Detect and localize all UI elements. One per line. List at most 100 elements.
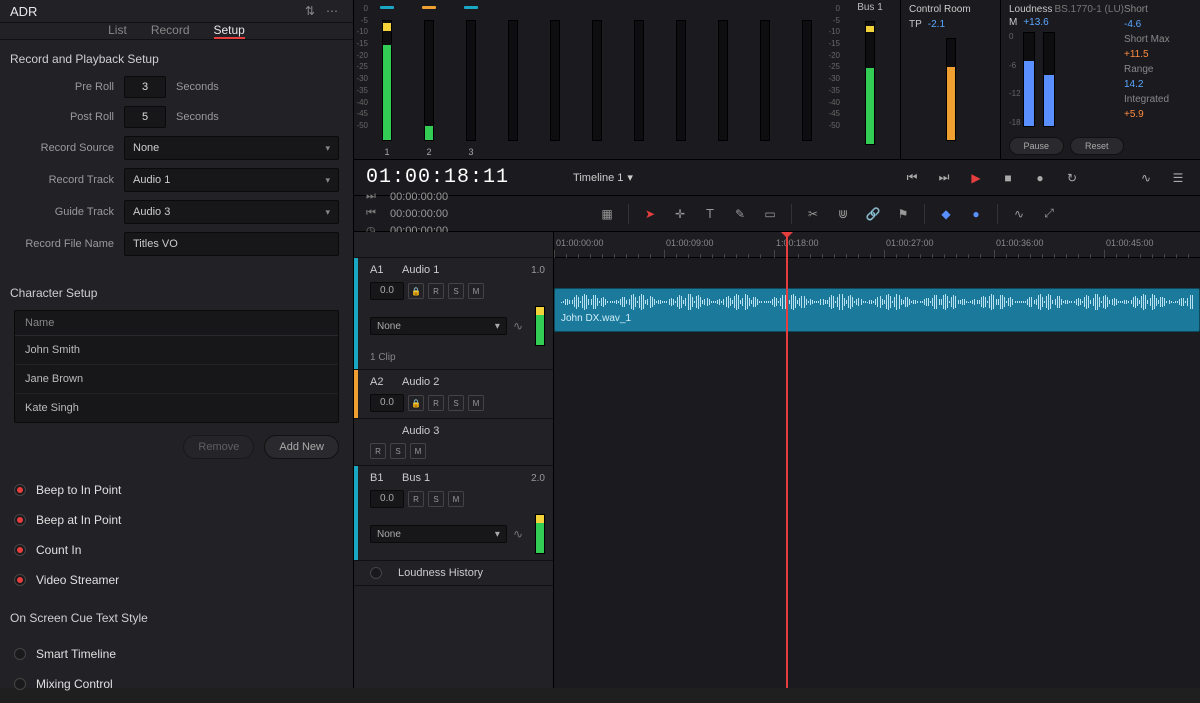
automation-icon[interactable]: ∿	[1136, 168, 1156, 188]
radio-icon[interactable]	[14, 544, 26, 556]
postroll-input[interactable]	[124, 106, 166, 128]
stop-icon[interactable]: ■	[998, 168, 1018, 188]
remove-button[interactable]: Remove	[183, 435, 254, 459]
postroll-suffix: Seconds	[176, 111, 219, 123]
solo-button[interactable]: S	[428, 491, 444, 507]
list-item[interactable]: Jane Brown	[15, 365, 338, 394]
timeline-tracks[interactable]: 01:00:00:0001:00:09:001:00:18:0001:00:27…	[554, 232, 1200, 688]
file-name-input[interactable]	[124, 232, 339, 256]
toggle-beep-at[interactable]: Beep at In Point	[36, 513, 121, 527]
timeline-select[interactable]: Timeline 1▾	[573, 171, 633, 184]
toggle-smart-timeline[interactable]: Smart Timeline	[36, 647, 116, 661]
loop-icon[interactable]: ↻	[1062, 168, 1082, 188]
chevron-down-icon: ▾	[627, 171, 633, 184]
list-item[interactable]: Kate Singh	[15, 394, 338, 422]
mute-button[interactable]: M	[468, 395, 484, 411]
toggle-beep-to[interactable]: Beep to In Point	[36, 483, 121, 497]
track-header[interactable]: A2Audio 20.0🔒RSM	[354, 370, 553, 419]
lock-icon[interactable]: 🔒	[408, 395, 424, 411]
control-room-section: Control Room TP-2.1	[900, 0, 1000, 159]
crosshair-icon[interactable]: ✛	[667, 202, 693, 226]
tc-line: 00:00:00:00	[390, 208, 448, 220]
playhead[interactable]	[786, 232, 788, 688]
arm-button[interactable]: R	[428, 395, 444, 411]
arm-button[interactable]: R	[408, 491, 424, 507]
m-label: M	[1009, 17, 1017, 28]
loudness-standard: BS.1770-1 (LU)	[1055, 4, 1124, 15]
list-item[interactable]: John Smith	[15, 336, 338, 365]
guide-track-select[interactable]: Audio 3▾	[124, 200, 339, 224]
solo-button[interactable]: S	[448, 395, 464, 411]
panel-title: ADR	[10, 4, 299, 19]
mute-button[interactable]: M	[410, 443, 426, 459]
track-header[interactable]: Audio 3RSM	[354, 419, 553, 466]
toggle-count-in[interactable]: Count In	[36, 543, 81, 557]
pencil-icon[interactable]: ✎	[727, 202, 753, 226]
track-effect-select[interactable]: None▾	[370, 525, 507, 543]
record-source-select[interactable]: None▾	[124, 136, 339, 160]
add-new-button[interactable]: Add New	[264, 435, 339, 459]
solo-button[interactable]: S	[390, 443, 406, 459]
skip-end-icon[interactable]: ⏭	[366, 190, 380, 203]
radio-icon[interactable]	[14, 648, 26, 660]
radio-icon[interactable]	[14, 484, 26, 496]
record-track-select[interactable]: Audio 1▾	[124, 168, 339, 192]
marker-icon[interactable]: ◆	[933, 202, 959, 226]
radio-icon[interactable]	[14, 514, 26, 526]
scissors-icon[interactable]: ✂	[800, 202, 826, 226]
more-icon[interactable]: ⋯	[321, 0, 343, 22]
character-list: Name John Smith Jane Brown Kate Singh	[14, 310, 339, 423]
range-icon[interactable]: ▭	[757, 202, 783, 226]
label-file-name: Record File Name	[14, 238, 124, 250]
waveform-icon[interactable]: ∿	[1006, 202, 1032, 226]
track-headers: A1Audio 11.00.0🔒RSMNone▾∿1 ClipA2Audio 2…	[354, 232, 554, 688]
flag-icon[interactable]: ⚑	[890, 202, 916, 226]
mute-button[interactable]: M	[468, 283, 484, 299]
tab-setup[interactable]: Setup	[214, 23, 245, 39]
link-icon[interactable]: 🔗	[860, 202, 886, 226]
toggle-mixing-control[interactable]: Mixing Control	[36, 677, 113, 691]
pointer-icon[interactable]: ➤	[637, 202, 663, 226]
toggle-video-streamer[interactable]: Video Streamer	[36, 573, 119, 587]
loudness-readout: Short-4.6Short Max+11.5Range14.2Integrat…	[1124, 4, 1192, 155]
audio-clip[interactable]: John DX.wav_1	[554, 288, 1200, 332]
text-icon[interactable]: Ｔ	[697, 202, 723, 226]
play-icon[interactable]: ▶	[966, 168, 986, 188]
section-record-title: Record and Playback Setup	[0, 40, 353, 76]
magnet-icon[interactable]: ⋓	[830, 202, 856, 226]
expand-icon[interactable]: ⤢	[1036, 202, 1062, 226]
control-room-title: Control Room	[909, 4, 992, 15]
track-header[interactable]: B1Bus 12.00.0RSMNone▾∿	[354, 466, 553, 561]
preroll-input[interactable]	[124, 76, 166, 98]
arm-button[interactable]: R	[370, 443, 386, 459]
marker2-icon[interactable]: ●	[963, 202, 989, 226]
reset-button[interactable]: Reset	[1070, 137, 1125, 155]
tab-list[interactable]: List	[108, 23, 127, 39]
sort-icon[interactable]: ⇅	[299, 0, 321, 22]
lock-icon[interactable]: 🔒	[408, 283, 424, 299]
track-header[interactable]: A1Audio 11.00.0🔒RSMNone▾∿1 Clip	[354, 258, 553, 370]
record-icon[interactable]: ●	[1030, 168, 1050, 188]
arm-button[interactable]: R	[428, 283, 444, 299]
radio-icon[interactable]	[14, 574, 26, 586]
label-guide-track: Guide Track	[14, 206, 124, 218]
bus-meter: Bus 1	[840, 0, 900, 159]
timeline-ruler[interactable]: 01:00:00:0001:00:09:001:00:18:0001:00:27…	[554, 232, 1200, 258]
rewind-icon[interactable]: ⏮	[902, 168, 922, 188]
skip-start-icon[interactable]: ⏮	[366, 207, 380, 220]
radio-icon[interactable]	[14, 678, 26, 690]
pause-button[interactable]: Pause	[1009, 137, 1064, 155]
label-rec-source: Record Source	[14, 142, 124, 154]
solo-button[interactable]: S	[448, 283, 464, 299]
main-timecode[interactable]: 01:00:18:11	[366, 166, 509, 189]
track-effect-select[interactable]: None▾	[370, 317, 507, 335]
tab-record[interactable]: Record	[151, 23, 190, 39]
settings-icon[interactable]: ☰	[1168, 168, 1188, 188]
loudness-history-row[interactable]: Loudness History	[354, 561, 553, 586]
forward-icon[interactable]: ⏭	[934, 168, 954, 188]
loudness-title: Loudness	[1009, 4, 1052, 15]
mute-button[interactable]: M	[448, 491, 464, 507]
tp-value: -2.1	[928, 19, 945, 30]
view-icon[interactable]: ▦	[594, 202, 620, 226]
preroll-suffix: Seconds	[176, 81, 219, 93]
